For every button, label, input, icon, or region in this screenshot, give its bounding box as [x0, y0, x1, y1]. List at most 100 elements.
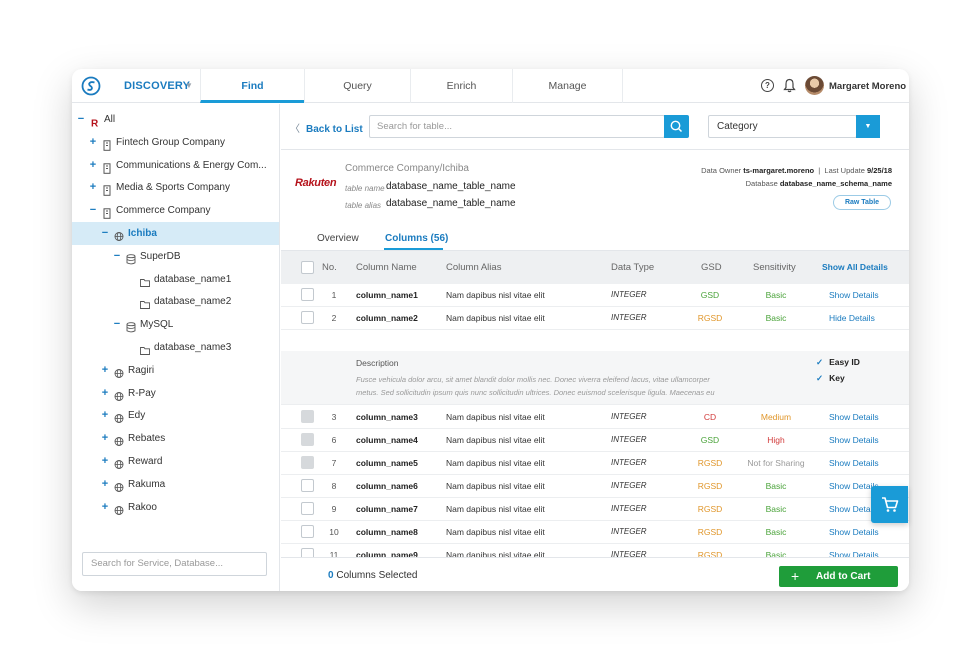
- sidebar-item[interactable]: database_name3: [72, 336, 279, 359]
- details-toggle-link[interactable]: Show Details: [829, 429, 879, 452]
- sidebar-item[interactable]: + Communications & Energy Com...: [72, 154, 279, 177]
- select-all-checkbox[interactable]: [301, 261, 314, 274]
- table-row[interactable]: 2 column_name2 Nam dapibus nisl vitae elit…: [281, 307, 909, 330]
- sidebar-item[interactable]: − SuperDB: [72, 245, 279, 268]
- sidebar-item[interactable]: + Ragiri: [72, 359, 279, 382]
- svg-text:R: R: [91, 119, 99, 129]
- service-search-input[interactable]: Search for Service, Database...: [82, 552, 267, 576]
- header-gsd[interactable]: GSD: [701, 251, 722, 284]
- table-row[interactable]: 9 column_name7 Nam dapibus nisl vitae elit…: [281, 498, 909, 521]
- tag-label: Easy ID: [829, 357, 860, 367]
- details-toggle-link[interactable]: Show Details: [829, 452, 879, 475]
- sidebar-item[interactable]: + Rebates: [72, 427, 279, 450]
- row-number: 10: [329, 527, 339, 537]
- tab-find[interactable]: Find: [200, 69, 304, 103]
- header-column-name[interactable]: Column Name: [356, 251, 417, 284]
- user-name[interactable]: Margaret Moreno: [829, 81, 906, 92]
- sidebar-item[interactable]: + Reward: [72, 450, 279, 473]
- globe-icon: [114, 479, 124, 492]
- expand-icon[interactable]: +: [100, 359, 110, 382]
- folder-icon: [140, 342, 150, 355]
- sidebar-item[interactable]: − R All: [72, 108, 279, 131]
- globe-icon: [114, 365, 124, 378]
- row-checkbox[interactable]: [301, 288, 314, 301]
- expand-icon[interactable]: +: [100, 382, 110, 405]
- folder-icon: [140, 296, 150, 310]
- app-switcher[interactable]: DISCOVERY: [124, 80, 190, 92]
- tab-manage[interactable]: Manage: [512, 69, 623, 103]
- table-row[interactable]: 10 column_name8 Nam dapibus nisl vitae eli…: [281, 521, 909, 544]
- sidebar-item[interactable]: + Media & Sports Company: [72, 176, 279, 199]
- details-toggle-link[interactable]: Hide Details: [829, 307, 875, 330]
- sidebar-item[interactable]: + Rakuma: [72, 473, 279, 496]
- avatar[interactable]: [805, 76, 824, 95]
- expand-icon[interactable]: +: [100, 404, 110, 427]
- table-row[interactable]: 1 column_name1 Nam dapibus nisl vitae elit…: [281, 284, 909, 307]
- expand-icon[interactable]: +: [100, 450, 110, 473]
- row-checkbox[interactable]: [301, 502, 314, 515]
- sidebar-item[interactable]: − Commerce Company: [72, 199, 279, 222]
- sidebar-item[interactable]: + Edy: [72, 404, 279, 427]
- column-name: column_name7: [356, 504, 418, 514]
- category-select[interactable]: Category: [708, 115, 857, 138]
- bell-icon[interactable]: [783, 78, 796, 93]
- sidebar-item-label: database_name2: [154, 296, 232, 308]
- sidebar-item[interactable]: database_name2: [72, 290, 279, 313]
- header-data-type[interactable]: Data Type: [611, 251, 654, 284]
- show-all-details-link[interactable]: Show All Details: [822, 251, 888, 284]
- table-row[interactable]: 3 column_name3 Nam dapibus nisl vitae elit…: [281, 406, 909, 429]
- sidebar-item[interactable]: + Fintech Group Company: [72, 131, 279, 154]
- chevron-down-icon[interactable]: ▼: [856, 115, 880, 138]
- table-header: No. Column Name Column Alias Data Type G…: [281, 251, 909, 284]
- header-column-alias[interactable]: Column Alias: [446, 251, 501, 284]
- tab-query[interactable]: Query: [304, 69, 410, 103]
- tab-enrich[interactable]: Enrich: [410, 69, 512, 103]
- details-toggle-link[interactable]: Show Details: [829, 521, 879, 544]
- sidebar-item-label: Fintech Group Company: [116, 136, 225, 148]
- sidebar-item[interactable]: − MySQL: [72, 313, 279, 336]
- cart-button[interactable]: [871, 486, 908, 523]
- table-search-input[interactable]: Search for table...: [369, 115, 665, 138]
- data-owner-line: Data Owner ts-margaret.moreno | Last Upd…: [701, 166, 892, 175]
- sidebar-item[interactable]: − Ichiba: [72, 222, 279, 245]
- collapse-icon[interactable]: −: [76, 108, 86, 131]
- sidebar-item[interactable]: database_name1: [72, 268, 279, 291]
- gsd-badge: GSD: [700, 435, 720, 445]
- expand-icon[interactable]: +: [88, 131, 98, 154]
- table-row[interactable]: 6 column_name4 Nam dapibus nisl vitae elit…: [281, 429, 909, 452]
- row-checkbox[interactable]: [301, 311, 314, 324]
- tab-overview[interactable]: Overview: [317, 233, 359, 244]
- sidebar-item-label: Ichiba: [128, 228, 157, 239]
- sidebar-item[interactable]: + Rakoo: [72, 496, 279, 519]
- collapse-icon[interactable]: −: [100, 222, 110, 245]
- row-checkbox[interactable]: [301, 479, 314, 492]
- expand-icon[interactable]: +: [88, 154, 98, 177]
- raw-table-button[interactable]: Raw Table: [833, 195, 891, 210]
- table-row[interactable]: 8 column_name6 Nam dapibus nisl vitae elit…: [281, 475, 909, 498]
- sidebar-item[interactable]: + R-Pay: [72, 382, 279, 405]
- collapse-icon[interactable]: −: [88, 199, 98, 222]
- collapse-icon[interactable]: −: [112, 313, 122, 336]
- details-toggle-link[interactable]: Show Details: [829, 284, 879, 307]
- add-to-cart-button[interactable]: + Add to Cart: [779, 566, 898, 587]
- app-logo-icon[interactable]: [81, 76, 101, 96]
- expand-icon[interactable]: +: [100, 496, 110, 519]
- sidebar-item-label: MySQL: [140, 319, 174, 331]
- details-toggle-link[interactable]: Show Details: [829, 406, 879, 429]
- selected-label: Columns Selected: [336, 570, 418, 581]
- search-button[interactable]: [664, 115, 689, 138]
- table-row[interactable]: 7 column_name5 Nam dapibus nisl vitae elit…: [281, 452, 909, 475]
- row-checkbox[interactable]: [301, 525, 314, 538]
- row-checkbox: [301, 410, 314, 423]
- expand-icon[interactable]: +: [88, 176, 98, 199]
- expand-icon[interactable]: +: [100, 427, 110, 450]
- back-to-list-link[interactable]: 〈 Back to List: [290, 120, 363, 135]
- chevron-down-icon[interactable]: ▼: [185, 81, 193, 90]
- tab-columns[interactable]: Columns (56): [385, 233, 448, 244]
- expand-icon[interactable]: +: [100, 473, 110, 496]
- collapse-icon[interactable]: −: [112, 245, 122, 268]
- header-sensitivity[interactable]: Sensitivity: [753, 251, 796, 284]
- gsd-badge: RGSD: [697, 481, 723, 491]
- globe-icon: [114, 433, 124, 447]
- help-icon[interactable]: ?: [761, 79, 774, 92]
